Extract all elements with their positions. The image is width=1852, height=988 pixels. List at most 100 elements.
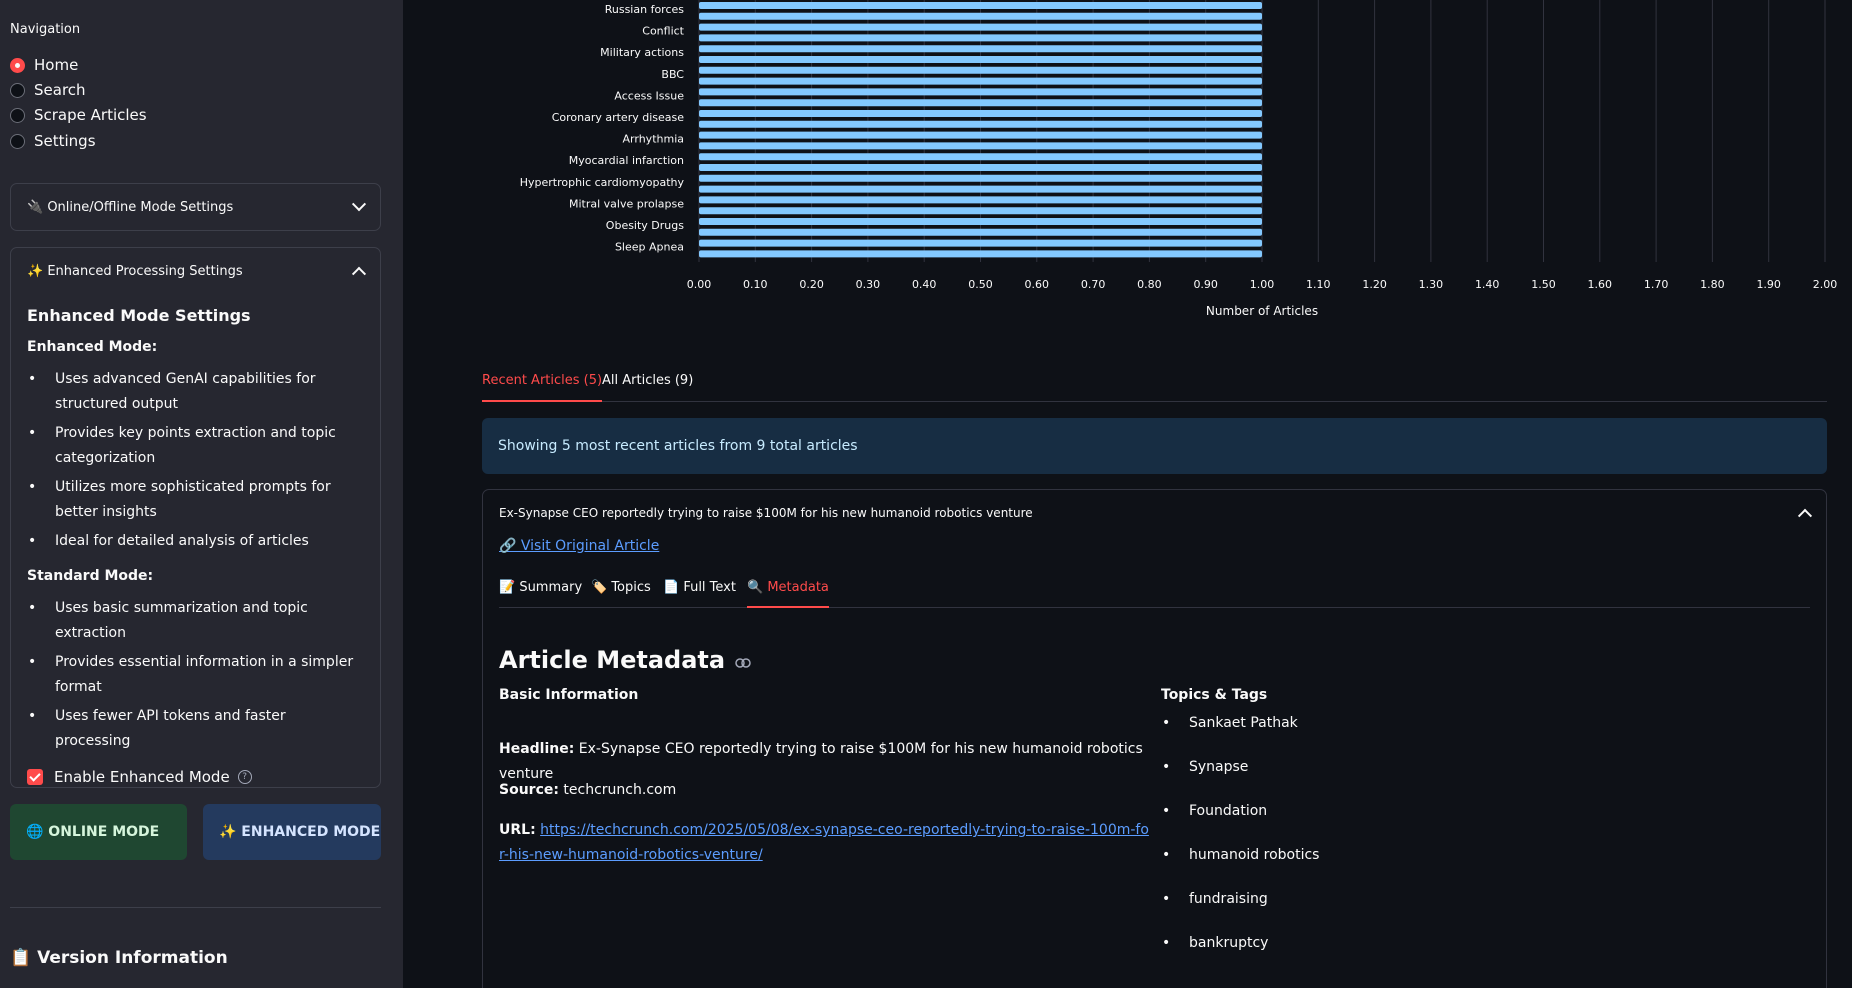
url-label: URL: [499,822,536,838]
chevron-up-icon [1797,508,1813,523]
topic-item: Sankaet Pathak [1161,712,1319,756]
visit-original-article-link[interactable]: 🔗 Visit Original Article [499,538,659,554]
x-tick-label: 0.40 [912,278,937,291]
list-item: Uses fewer API tokens and faster process… [27,704,364,754]
bar[interactable] [699,164,1262,171]
bar[interactable] [699,174,1262,182]
bar[interactable] [699,23,1262,31]
tab-full-text[interactable]: 📄 Full Text [663,575,736,608]
online-offline-expander-header[interactable]: 🔌 Online/Offline Mode Settings [11,184,380,230]
bar[interactable] [699,66,1262,74]
tab-all-articles[interactable]: All Articles (9) [602,368,693,402]
bar[interactable] [699,228,1262,236]
list-item: Uses basic summarization and topic extra… [27,596,364,646]
info-alert: Showing 5 most recent articles from 9 to… [482,418,1827,474]
x-tick-label: 0.30 [856,278,881,291]
bar[interactable] [699,12,1262,20]
bar[interactable] [699,196,1262,204]
expander-title: 🔌 Online/Offline Mode Settings [27,199,234,215]
bar[interactable] [699,88,1262,96]
bar[interactable] [699,99,1262,107]
list-item: Uses advanced GenAI capabilities for str… [27,367,364,417]
bar[interactable] [699,239,1262,247]
checkbox-checked-icon[interactable] [27,769,43,785]
x-tick-label: 1.30 [1419,278,1444,291]
source-field: Source: techcrunch.com [499,778,1149,803]
bar[interactable] [699,45,1262,53]
x-tick-label: 1.50 [1531,278,1556,291]
bar[interactable] [699,2,1262,9]
bar[interactable] [699,185,1262,193]
metadata-title-text: Article Metadata [499,646,726,674]
x-tick-label: 1.00 [1250,278,1275,291]
basic-information-heading: Basic Information [499,687,639,703]
x-tick-label: 1.40 [1475,278,1500,291]
y-category-label: Arrhythmia [623,133,684,146]
anchor-link-icon[interactable] [735,646,751,674]
y-category-label: Coronary artery disease [552,111,685,124]
bar[interactable] [699,131,1262,139]
radio-button[interactable] [10,82,25,98]
headline-value: Ex-Synapse CEO reportedly trying to rais… [499,741,1143,782]
nav-radio-home[interactable]: Home [10,54,78,76]
x-tick-label: 2.00 [1813,278,1838,291]
x-tick-label: 0.00 [687,278,712,291]
nav-radio-search[interactable]: Search [10,79,86,101]
bar[interactable] [699,250,1262,258]
bar[interactable] [699,77,1262,85]
tab-topics[interactable]: 🏷️ Topics [591,575,651,608]
enhanced-mode-label: Enhanced Mode: [27,339,158,355]
nav-radio-scrape-articles[interactable]: Scrape Articles [10,104,147,126]
radio-button[interactable] [10,107,25,123]
list-item: Ideal for detailed analysis of articles [27,529,364,554]
source-value: techcrunch.com [563,782,677,798]
topic-item: bankruptcy [1161,932,1319,976]
url-link[interactable]: https://techcrunch.com/2025/05/08/ex-syn… [499,822,1149,863]
article-expander: Ex-Synapse CEO reportedly trying to rais… [482,489,1827,988]
enhanced-mode-settings-heading: Enhanced Mode Settings [27,306,251,325]
nav-radio-settings[interactable]: Settings [10,130,96,152]
bar[interactable] [699,120,1262,128]
enhanced-processing-expander: ✨ Enhanced Processing Settings Enhanced … [10,247,381,788]
tab-summary[interactable]: 📝 Summary [499,575,582,608]
topics-list: Sankaet Pathak Synapse Foundation humano… [1161,712,1319,976]
tab-recent-articles[interactable]: Recent Articles (5) [482,368,603,402]
article-tab-bar: 📝 Summary 🏷️ Topics 📄 Full Text 🔍 Metada… [499,575,1810,608]
x-tick-label: 0.80 [1137,278,1162,291]
y-category-label: Mitral valve prolapse [569,197,684,210]
articles-tab-bar: Recent Articles (5) All Articles (9) [482,368,1827,402]
main-content: Russian forces Conflict Military actions BB… [403,0,1852,988]
x-tick-label: 1.80 [1700,278,1725,291]
bar[interactable] [699,142,1262,150]
checkbox-label: Enable Enhanced Mode [54,768,230,786]
topic-item: Foundation [1161,800,1319,844]
headline-label: Headline: [499,741,575,757]
nav-label: Scrape Articles [34,106,147,124]
y-category-label: Military actions [600,46,684,59]
enable-enhanced-mode-checkbox[interactable]: Enable Enhanced Mode ? [27,768,364,786]
list-item: Provides essential information in a simp… [27,650,364,700]
bar[interactable] [699,56,1262,63]
topic-item: fundraising [1161,888,1319,932]
enhanced-processing-expander-header[interactable]: ✨ Enhanced Processing Settings [11,248,380,294]
bar[interactable] [699,218,1262,225]
article-expander-header[interactable]: Ex-Synapse CEO reportedly trying to rais… [499,506,1813,523]
list-item: Utilizes more sophisticated prompts for … [27,475,364,525]
bar[interactable] [699,110,1262,117]
x-tick-label: 0.60 [1025,278,1050,291]
tab-metadata[interactable]: 🔍 Metadata [747,575,829,608]
radio-button[interactable] [10,133,25,149]
list-item: Provides key points extraction and topic… [27,421,364,471]
bar[interactable] [699,34,1262,42]
topics-bar-chart: Russian forces Conflict Military actions BB… [520,0,1838,318]
expander-body: Enhanced Mode Settings Enhanced Mode: Us… [11,306,380,798]
x-axis-label: Number of Articles [1206,304,1318,318]
bar[interactable] [699,207,1262,215]
help-icon[interactable]: ? [237,770,252,784]
x-tick-label: 0.90 [1193,278,1218,291]
online-mode-badge: 🌐 ONLINE MODE [10,804,187,860]
radio-button[interactable] [10,57,25,73]
bar[interactable] [699,153,1262,161]
navigation-title: Navigation [10,22,81,37]
divider [10,907,381,908]
